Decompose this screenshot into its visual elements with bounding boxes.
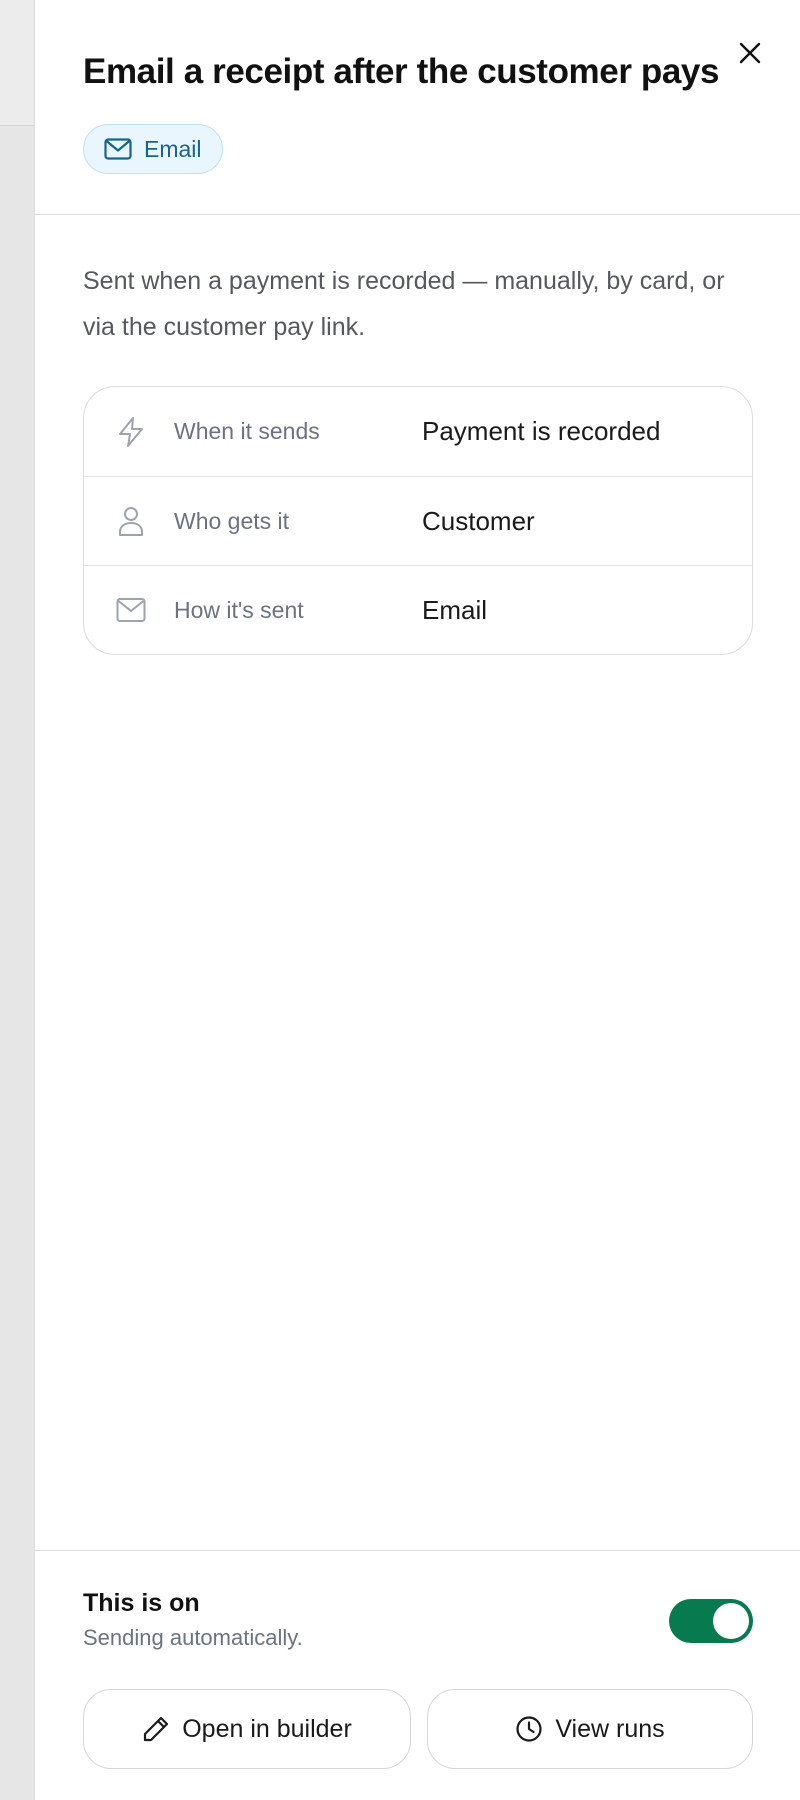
detail-label: How it's sent (174, 596, 304, 623)
toggle-knob (713, 1603, 749, 1639)
detail-value: Email (422, 594, 488, 625)
detail-value: Payment is recorded (422, 416, 661, 446)
panel-header: Email a receipt after the customer pays … (35, 0, 800, 215)
pencil-icon (144, 1716, 169, 1742)
mail-icon (116, 598, 146, 622)
detail-value: Customer (422, 505, 535, 536)
details-card: When it sends Payment is recorded Who ge… (83, 386, 753, 655)
detail-label: When it sends (174, 418, 320, 444)
detail-row-channel: How it's sent Email (84, 565, 752, 654)
open-in-builder-button[interactable]: Open in builder (83, 1689, 411, 1769)
open-in-builder-label: Open in builder (182, 1714, 352, 1743)
close-button[interactable] (735, 38, 765, 68)
view-runs-label: View runs (555, 1714, 665, 1743)
automation-description: Sent when a payment is recorded — manual… (83, 267, 725, 341)
detail-row-trigger: When it sends Payment is recorded (84, 387, 752, 476)
page-backdrop (0, 0, 34, 1800)
detail-label: Who gets it (174, 507, 290, 534)
channel-chip-label: Email (144, 135, 202, 162)
mail-icon (104, 138, 132, 160)
status-title: This is on (83, 1589, 200, 1617)
close-icon (739, 42, 761, 64)
person-icon (119, 507, 143, 536)
page-backdrop-header (0, 0, 34, 126)
panel-footer: This is on Sending automatically. Open i… (35, 1550, 800, 1800)
detail-row-recipient: Who gets it Customer (84, 476, 752, 565)
clock-icon (516, 1716, 542, 1742)
panel-title: Email a receipt after the customer pays (83, 52, 720, 91)
automation-detail-panel: Email a receipt after the customer pays … (34, 0, 800, 1800)
status-subtitle: Sending automatically. (83, 1625, 303, 1650)
channel-chip: Email (83, 124, 223, 174)
enabled-toggle[interactable] (669, 1599, 753, 1643)
lightning-icon (119, 416, 143, 447)
view-runs-button[interactable]: View runs (427, 1689, 753, 1769)
